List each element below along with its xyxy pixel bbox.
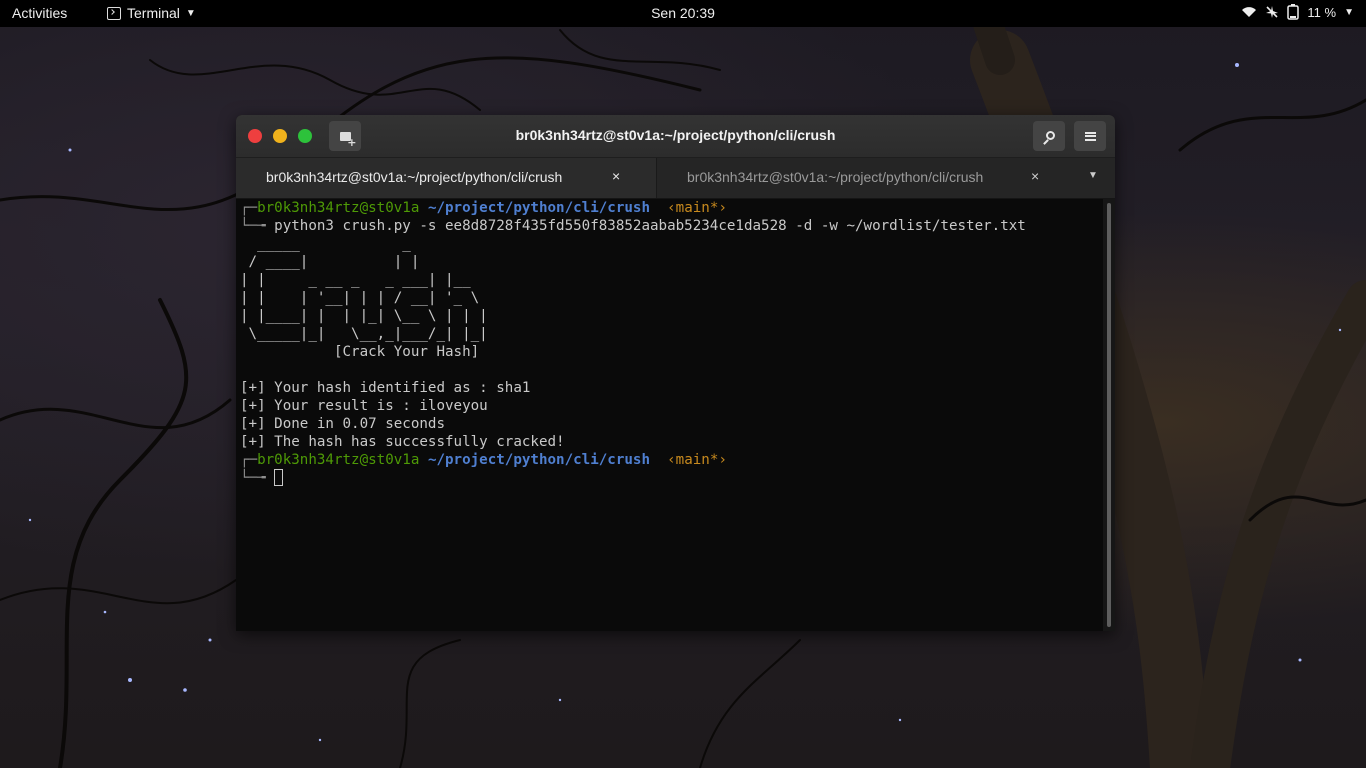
- window-header-bar[interactable]: br0k3nh34rtz@st0v1a:~/project/python/cli…: [236, 115, 1115, 158]
- battery-percent: 11 %: [1307, 4, 1337, 20]
- hamburger-menu-button[interactable]: [1074, 121, 1106, 151]
- terminal-output[interactable]: ┌─br0k3nh34rtz@st0v1a ~/project/python/c…: [236, 199, 1106, 631]
- output-line: [+] Your result is : iloveyou: [240, 398, 488, 414]
- app-menu-label: Terminal: [127, 5, 180, 21]
- prompt-corner: ┌─: [240, 452, 258, 468]
- tab-bar: br0k3nh34rtz@st0v1a:~/project/python/cli…: [236, 158, 1115, 199]
- prompt-host: st0v1a: [368, 200, 420, 216]
- chevron-down-icon: ▼: [185, 7, 196, 19]
- banner-tagline: [Crack Your Hash]: [240, 344, 480, 360]
- tab-2[interactable]: br0k3nh34rtz@st0v1a:~/project/python/cli…: [657, 158, 1077, 198]
- output-line: [+] Done in 0.07 seconds: [240, 416, 445, 432]
- prompt-line: ┌─br0k3nh34rtz@st0v1a ~/project/python/c…: [240, 199, 1106, 217]
- prompt-path: ~/project/python/cli/crush: [427, 200, 651, 216]
- text-cursor: [274, 469, 284, 486]
- activities-button[interactable]: Activities: [12, 5, 67, 21]
- prompt-at: @: [359, 200, 369, 216]
- prompt-path: ~/project/python/cli/crush: [427, 452, 651, 468]
- prompt-branch: ‹main*›: [667, 200, 727, 216]
- clock[interactable]: Sen 20:39: [651, 5, 715, 21]
- prompt-host: st0v1a: [368, 452, 420, 468]
- menu-icon: [1084, 131, 1096, 141]
- top-bar: Activities Terminal ▼ Sen 20:39 11 % ▼: [0, 0, 1366, 27]
- banner-line: | | | '__| | | / __| '_ \: [240, 290, 480, 306]
- search-button[interactable]: [1033, 121, 1065, 151]
- battery-icon: [1287, 4, 1300, 20]
- output-line: [+] The hash has successfully cracked!: [240, 434, 565, 450]
- prompt-branch: ‹main*›: [667, 452, 727, 468]
- banner-line: _____ _: [240, 236, 411, 252]
- close-icon[interactable]: ×: [1031, 168, 1039, 184]
- banner-line: | | _ __ _ _ ___| |__: [240, 272, 471, 288]
- prompt-user: br0k3nh34rtz: [257, 452, 360, 468]
- command-line: └─╼ python3 crush.py -s ee8d8728f435fd55…: [240, 217, 1106, 235]
- prompt-user: br0k3nh34rtz: [257, 200, 360, 216]
- chevron-down-icon: ▼: [1344, 6, 1354, 18]
- terminal-icon: [107, 6, 121, 20]
- banner-line: / ____| | |: [240, 254, 420, 270]
- close-icon[interactable]: ×: [612, 168, 620, 184]
- banner-line: \_____|_| \__,_|___/_| |_|: [240, 326, 488, 342]
- command-text: python3 crush.py -s ee8d8728f435fd550f83…: [274, 218, 1026, 234]
- search-icon: [1045, 130, 1055, 140]
- output-line: [+] Your hash identified as : sha1: [240, 380, 531, 396]
- prompt-line: ┌─br0k3nh34rtz@st0v1a ~/project/python/c…: [240, 451, 1106, 469]
- prompt-at: @: [359, 452, 369, 468]
- airplane-mode-icon: [1266, 6, 1279, 18]
- wifi-icon: [1242, 7, 1257, 17]
- window-title: br0k3nh34rtz@st0v1a:~/project/python/cli…: [515, 127, 836, 143]
- tab-label: br0k3nh34rtz@st0v1a:~/project/python/cli…: [266, 169, 563, 185]
- tab-1[interactable]: br0k3nh34rtz@st0v1a:~/project/python/cli…: [236, 158, 657, 198]
- tab-label: br0k3nh34rtz@st0v1a:~/project/python/cli…: [687, 169, 984, 185]
- input-line[interactable]: └─╼: [240, 469, 1106, 487]
- system-status-menu[interactable]: 11 % ▼: [1241, 4, 1354, 20]
- banner-line: | |____| | | |_| \__ \ | | |: [240, 308, 488, 324]
- tabs-dropdown-icon[interactable]: ▼: [1088, 170, 1098, 181]
- scrollbar[interactable]: [1103, 199, 1115, 631]
- prompt-arrow: └─╼: [240, 470, 275, 486]
- terminal-window: br0k3nh34rtz@st0v1a:~/project/python/cli…: [236, 115, 1115, 631]
- app-menu[interactable]: Terminal ▼: [107, 5, 196, 21]
- prompt-arrow: └─╼: [240, 218, 275, 234]
- scrollbar-thumb[interactable]: [1107, 203, 1111, 627]
- prompt-corner: ┌─: [240, 200, 258, 216]
